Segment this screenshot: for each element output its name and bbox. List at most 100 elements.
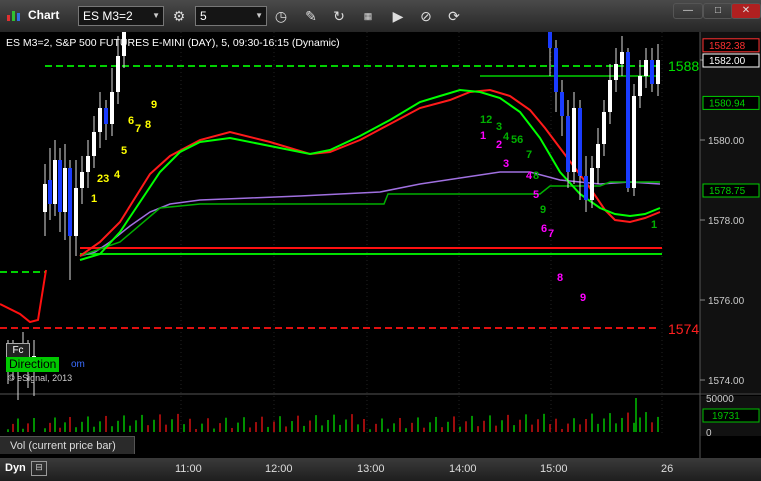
price-tick-label: 1578.00 xyxy=(708,216,745,227)
volume-tick-label: 0 xyxy=(706,428,712,439)
volume-tag-label: 19731 xyxy=(712,411,740,422)
up-candle xyxy=(632,96,636,188)
down-candle xyxy=(104,108,108,124)
count-label: 4 xyxy=(114,169,121,181)
level-label: 1574 xyxy=(668,321,699,337)
count-label: 1 xyxy=(651,219,657,231)
price-tick-label: 1576.00 xyxy=(708,296,745,307)
price-tick-label: 1580.00 xyxy=(708,136,745,147)
count-label: 8 xyxy=(145,119,151,131)
close-button[interactable]: ✕ xyxy=(731,3,761,19)
price-chart[interactable]: 15881574 967 8523 411234 567891123456 789 15… xyxy=(0,32,761,458)
up-candle xyxy=(572,108,576,172)
price-tag-label: 1580.94 xyxy=(709,98,746,109)
zoom-icon[interactable]: ⊟ xyxy=(31,461,47,476)
count-label: 5 xyxy=(121,145,127,157)
up-candle xyxy=(63,168,67,212)
pencil-icon[interactable]: ✎ xyxy=(301,6,321,26)
up-candle xyxy=(590,168,594,200)
up-candle xyxy=(116,56,120,92)
down-candle xyxy=(578,108,582,176)
price-tag-label: 1578.75 xyxy=(709,186,746,197)
maximize-button[interactable]: □ xyxy=(703,3,733,19)
count-label: 9 xyxy=(151,99,157,111)
volume-pane xyxy=(0,396,700,436)
up-candle xyxy=(43,184,47,212)
up-candle xyxy=(644,60,648,76)
price-tag-label: 1582.38 xyxy=(709,41,746,52)
down-candle xyxy=(560,92,564,116)
down-candle xyxy=(584,176,588,200)
count-label: 7 xyxy=(548,228,554,240)
time-label: 15:00 xyxy=(540,463,568,475)
time-label: 14:00 xyxy=(449,463,477,475)
clock-icon[interactable]: ◷ xyxy=(271,6,291,26)
time-label: 12:00 xyxy=(265,463,293,475)
price-tag-label: 1582.00 xyxy=(709,56,746,67)
up-candle xyxy=(110,92,114,124)
count-label: 5 xyxy=(533,189,539,201)
up-candle xyxy=(86,156,90,172)
count-label: 3 xyxy=(496,121,502,133)
count-label: 56 xyxy=(511,134,523,146)
count-label: 1 xyxy=(91,193,97,205)
count-label: 4 xyxy=(503,131,510,143)
time-label: 26 xyxy=(661,463,674,475)
time-label: 11:00 xyxy=(175,463,202,475)
down-candle xyxy=(650,60,654,84)
count-label: 9 xyxy=(580,292,586,304)
count-label: 3 xyxy=(503,158,509,170)
down-candle xyxy=(548,32,552,48)
up-candle xyxy=(98,108,102,132)
time-label: 13:00 xyxy=(357,463,385,475)
count-label: 6 xyxy=(541,223,547,235)
volume-label[interactable]: Vol (current price bar) xyxy=(0,436,135,454)
interval-dropdown-icon[interactable]: ▼ xyxy=(255,7,263,25)
down-candle xyxy=(626,52,630,188)
down-candle xyxy=(48,180,52,204)
count-label: 7 xyxy=(526,149,532,161)
interval-input[interactable]: 5 ▼ xyxy=(195,6,267,26)
price-tick-label: 1574.00 xyxy=(708,376,745,387)
up-candle xyxy=(596,144,600,168)
count-label: 23 xyxy=(97,173,109,185)
count-label: 8 xyxy=(533,170,539,182)
up-candle xyxy=(620,52,624,64)
interval-value: 5 xyxy=(200,9,207,23)
chart-window-icon xyxy=(7,11,20,21)
count-label: 1 xyxy=(480,130,486,142)
count-label: 8 xyxy=(557,272,563,284)
down-candle xyxy=(566,116,570,172)
up-candle xyxy=(614,64,618,80)
refresh-icon[interactable]: ↻ xyxy=(329,6,349,26)
data-icon[interactable]: ▦ xyxy=(358,6,378,26)
volume-tick-label: 50000 xyxy=(706,394,734,405)
link-icon[interactable]: ⊘ xyxy=(416,6,436,26)
price-pane xyxy=(0,32,700,393)
play-icon[interactable]: ▶ xyxy=(388,6,408,26)
down-candle xyxy=(68,168,72,236)
settings-icon[interactable]: ⟳ xyxy=(444,6,464,26)
window-title: Chart xyxy=(28,8,60,22)
symbol-dropdown-icon[interactable]: ▼ xyxy=(152,7,160,25)
count-label: 9 xyxy=(540,204,546,216)
level-label: 1588 xyxy=(668,58,699,74)
up-candle xyxy=(80,172,84,188)
symbol-input[interactable]: ES M3=2 ▼ xyxy=(78,6,164,26)
minimize-button[interactable]: — xyxy=(673,3,703,19)
time-template-icon[interactable]: ⚙ xyxy=(169,6,189,26)
up-candle xyxy=(74,188,78,236)
count-label: 7 xyxy=(135,123,141,135)
chart-header: ES M3=2, S&P 500 FUTURES E-MINI (DAY), 5… xyxy=(6,37,340,49)
up-candle xyxy=(53,160,57,204)
count-label: 12 xyxy=(480,114,492,126)
price-axis xyxy=(700,32,761,393)
down-candle xyxy=(58,160,62,212)
up-candle xyxy=(638,76,642,96)
count-label: 4 xyxy=(526,170,533,182)
count-label: 2 xyxy=(496,139,502,151)
mode-label[interactable]: Dyn xyxy=(5,462,26,474)
symbol-value: ES M3=2 xyxy=(83,9,133,23)
direction-badge: Direction xyxy=(6,357,60,372)
up-candle xyxy=(602,112,606,144)
